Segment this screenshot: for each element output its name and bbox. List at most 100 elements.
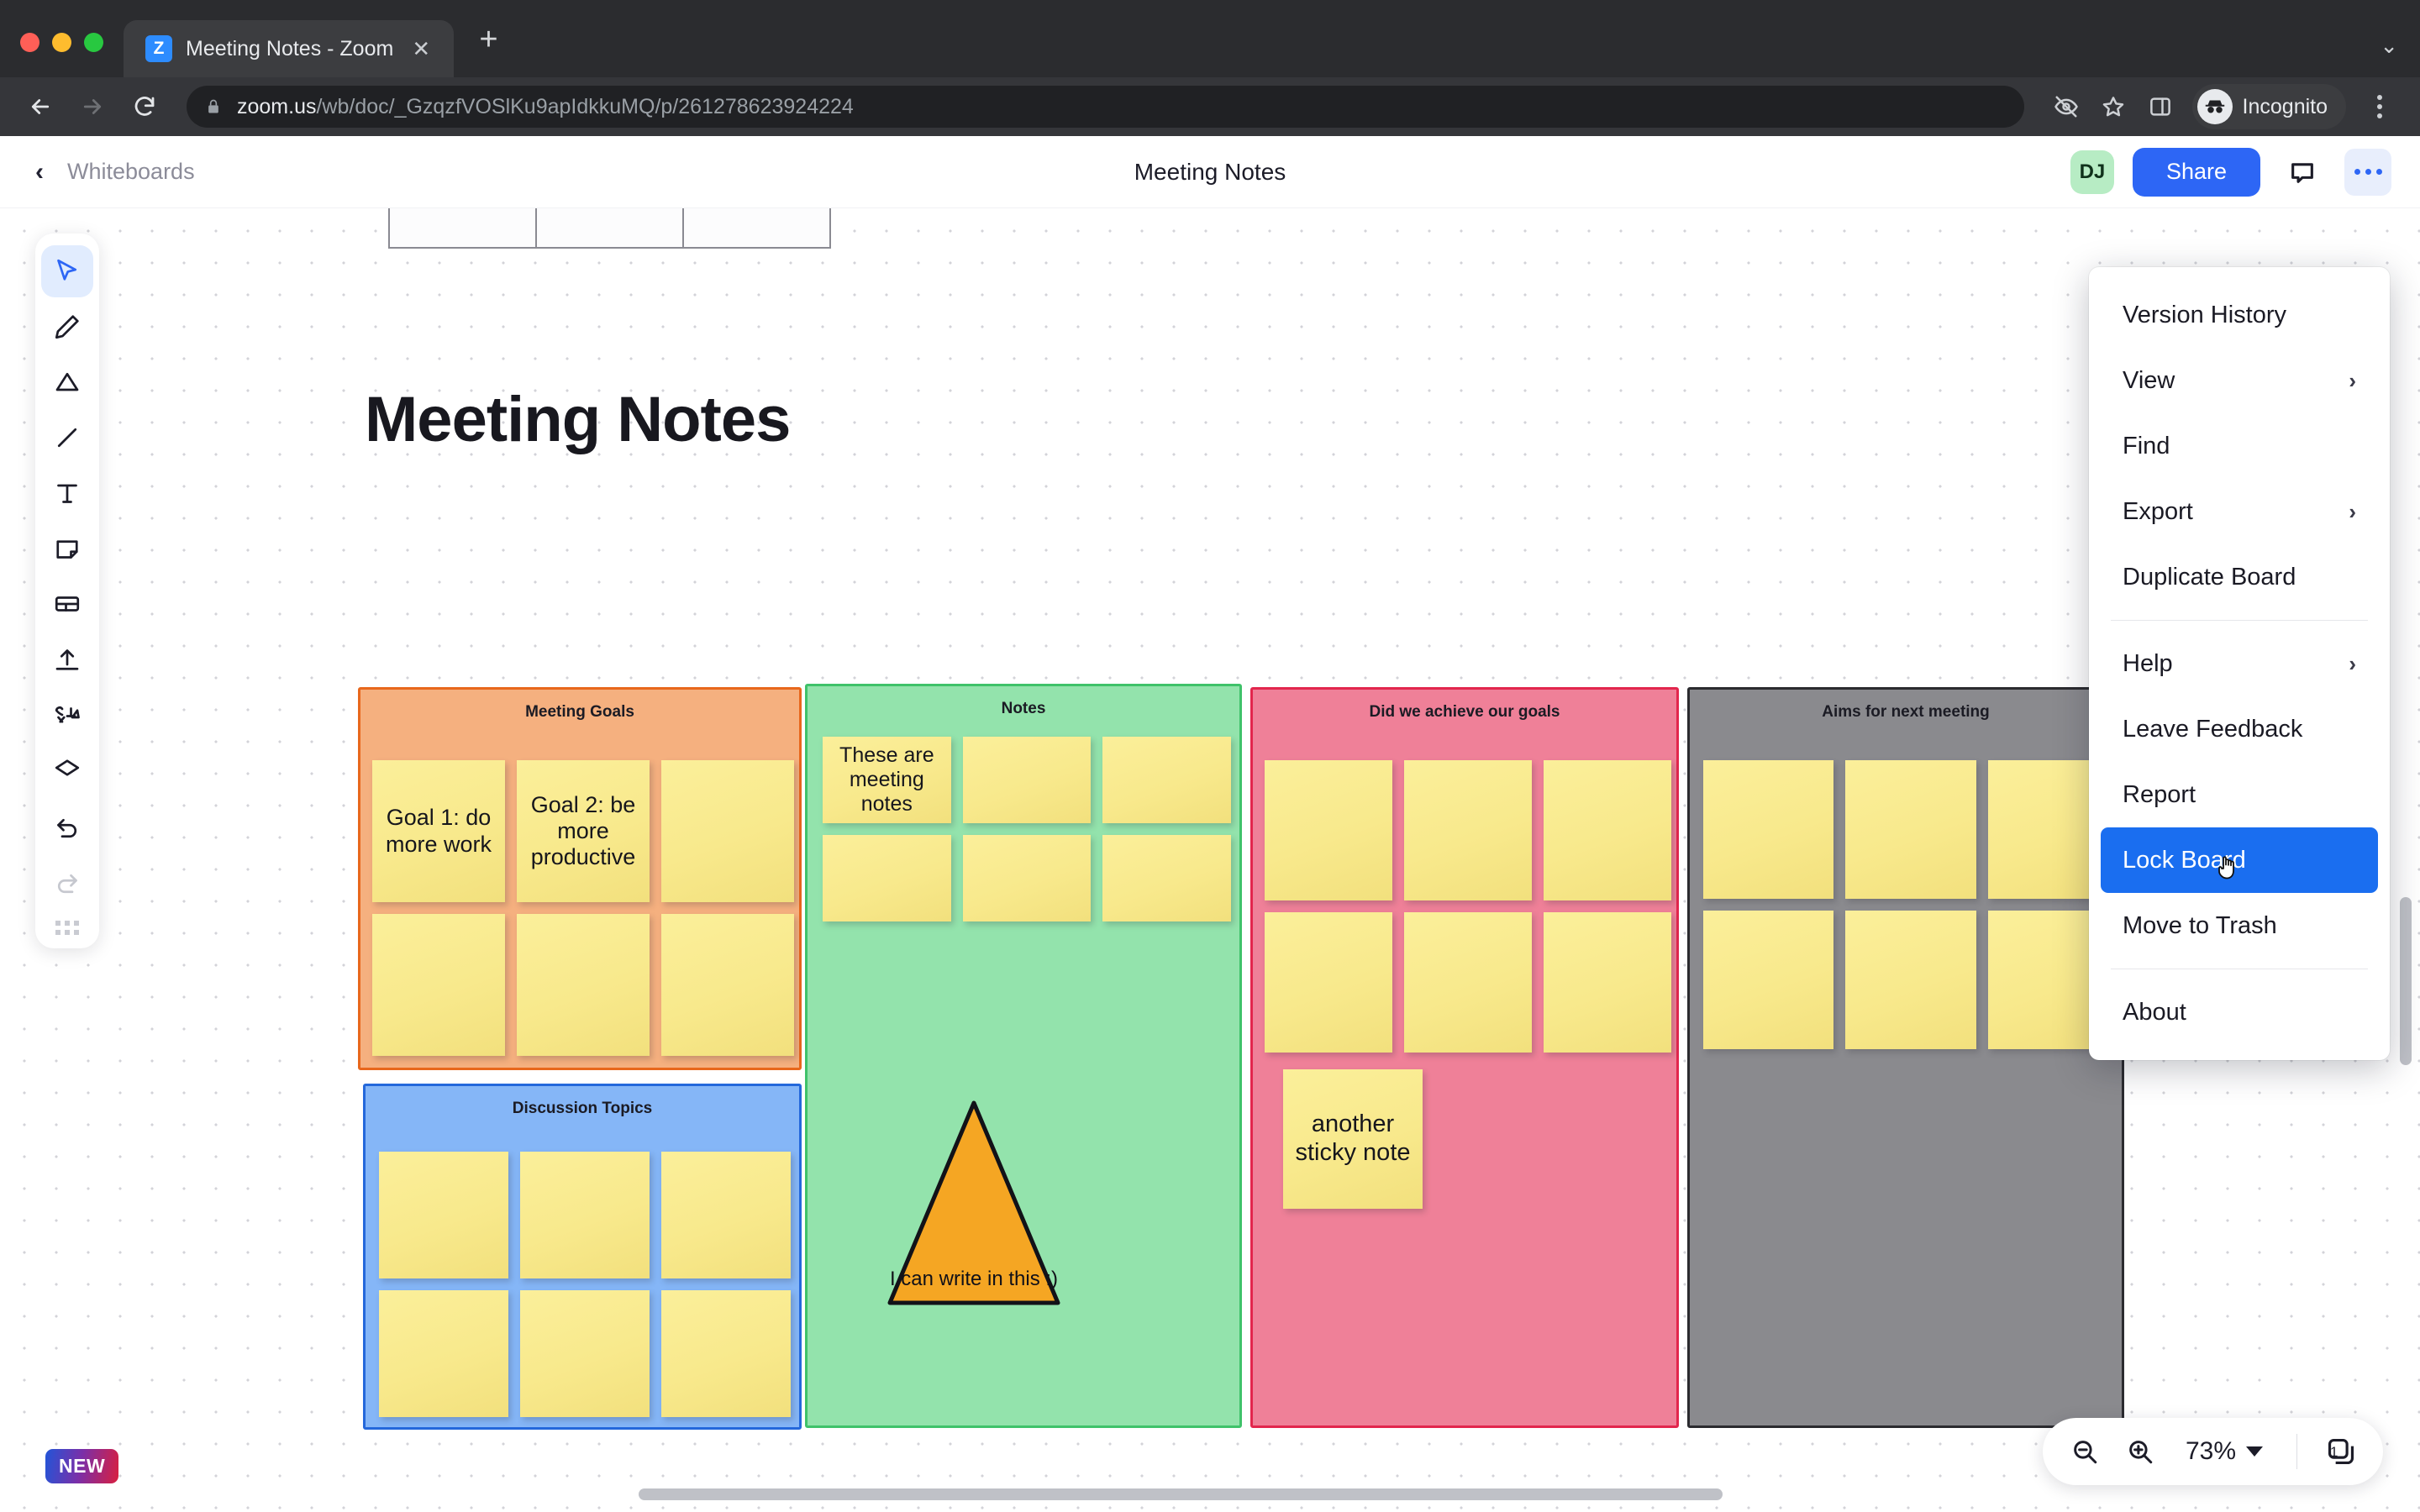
profile-chip[interactable]: Incognito xyxy=(2191,84,2346,129)
line-tool[interactable] xyxy=(41,412,93,464)
address-bar[interactable]: zoom.us/wb/doc/_GzqzfVOSlKu9apIdkkuMQ/p/… xyxy=(187,86,2024,128)
sticky-note[interactable] xyxy=(1544,912,1671,1053)
sticky-note[interactable]: Goal 1: do more work xyxy=(372,760,505,902)
back-chevron-icon[interactable]: ‹ xyxy=(29,159,50,185)
menu-item-label: Duplicate Board xyxy=(2123,563,2296,591)
sticky-note[interactable] xyxy=(517,914,650,1056)
text-tool[interactable] xyxy=(41,467,93,519)
sticky-note[interactable]: Goal 2: be more productive xyxy=(517,760,650,902)
sticky-note[interactable] xyxy=(1265,760,1392,900)
avatar[interactable]: DJ xyxy=(2070,150,2114,194)
eraser-tool[interactable] xyxy=(41,744,93,796)
frame-tool[interactable] xyxy=(41,578,93,630)
frame-did-we-achieve-our-goals[interactable]: Did we achieve our goals another sticky … xyxy=(1250,687,1679,1428)
menu-item-duplicate-board[interactable]: Duplicate Board xyxy=(2101,544,2378,610)
redo-tool[interactable] xyxy=(41,855,93,907)
toolbar-drag-handle[interactable] xyxy=(55,911,79,940)
horizontal-scrollbar[interactable] xyxy=(639,1488,1723,1500)
undo-tool[interactable] xyxy=(41,800,93,852)
whiteboard-canvas[interactable]: Meeting Notes Meeting Goals Goal 1: do m… xyxy=(0,208,2420,1512)
menu-item-help[interactable]: Help › xyxy=(2101,631,2378,696)
triangle-shape[interactable]: I can write in this :) xyxy=(886,1098,1061,1308)
vertical-scrollbar[interactable] xyxy=(2400,897,2412,1065)
sticky-note[interactable] xyxy=(520,1290,650,1417)
url-host: zoom.us xyxy=(237,94,317,118)
select-tool[interactable] xyxy=(41,245,93,297)
sticky-note[interactable] xyxy=(1703,911,1834,1049)
menu-item-find[interactable]: Find xyxy=(2101,413,2378,479)
star-icon[interactable] xyxy=(2091,85,2135,129)
share-button[interactable]: Share xyxy=(2132,147,2260,197)
zoom-out-icon[interactable] xyxy=(2061,1428,2108,1475)
sticker-tool[interactable] xyxy=(41,689,93,741)
sticky-note[interactable] xyxy=(823,835,951,921)
sticky-note[interactable] xyxy=(1544,760,1671,900)
browser-menu-icon[interactable] xyxy=(2358,85,2402,129)
sticky-note[interactable] xyxy=(661,760,794,902)
sticky-note[interactable] xyxy=(661,1152,791,1278)
page-title: Meeting Notes xyxy=(1134,158,1286,185)
eye-off-icon[interactable] xyxy=(2044,85,2088,129)
menu-item-version-history[interactable]: Version History xyxy=(2101,282,2378,348)
sticky-note[interactable] xyxy=(372,914,505,1056)
sticky-note[interactable]: These are meeting notes xyxy=(823,737,951,823)
browser-tab[interactable]: Z Meeting Notes - Zoom ✕ xyxy=(124,20,455,77)
sticky-note[interactable] xyxy=(962,737,1092,823)
back-arrow-icon[interactable] xyxy=(18,85,62,129)
menu-item-move-to-trash[interactable]: Move to Trash xyxy=(2101,893,2378,958)
frame-notes[interactable]: Notes These are meeting notes I can writ… xyxy=(805,684,1242,1428)
sticky-note[interactable] xyxy=(1404,760,1532,900)
new-tab-button[interactable]: + xyxy=(479,24,497,77)
pen-tool[interactable] xyxy=(41,301,93,353)
menu-item-view[interactable]: View › xyxy=(2101,348,2378,413)
close-window-button[interactable] xyxy=(20,33,39,52)
frame-discussion-topics[interactable]: Discussion Topics xyxy=(363,1084,802,1430)
sticky-note[interactable] xyxy=(1845,911,1976,1049)
sticky-note[interactable] xyxy=(1265,912,1392,1053)
sticky-note[interactable] xyxy=(661,914,794,1056)
sticky-note[interactable] xyxy=(962,835,1092,921)
zoom-level-dropdown[interactable]: 73% xyxy=(2172,1437,2276,1466)
sticky-note[interactable] xyxy=(379,1152,508,1278)
comment-icon[interactable] xyxy=(2279,149,2326,196)
more-options-icon[interactable] xyxy=(2344,148,2391,196)
zoom-in-icon[interactable] xyxy=(2117,1428,2164,1475)
frame-aims-for-next-meeting[interactable]: Aims for next meeting xyxy=(1687,687,2124,1428)
pages-icon[interactable]: 1 xyxy=(2317,1428,2365,1475)
frame-meeting-goals[interactable]: Meeting Goals Goal 1: do more work Goal … xyxy=(358,687,802,1070)
maximize-window-button[interactable] xyxy=(84,33,103,52)
url-path: /wb/doc/_GzqzfVOSlKu9apIdkkuMQ/p/2612786… xyxy=(316,94,854,118)
chevron-right-icon: › xyxy=(2349,498,2356,524)
sticky-note[interactable] xyxy=(661,1290,791,1417)
sticky-grid: These are meeting notes xyxy=(823,737,1231,921)
menu-item-leave-feedback[interactable]: Leave Feedback xyxy=(2101,696,2378,762)
menu-item-report[interactable]: Report xyxy=(2101,762,2378,827)
menu-divider xyxy=(2111,620,2368,621)
sticky-note[interactable] xyxy=(1404,912,1532,1053)
sticky-grid xyxy=(1703,760,2118,1049)
sticky-note[interactable] xyxy=(1102,737,1231,823)
sticky-note[interactable] xyxy=(1703,760,1834,899)
tab-list-chevron-icon[interactable]: ⌄ xyxy=(2380,33,2420,77)
lock-icon xyxy=(205,96,224,118)
sticky-note[interactable]: another sticky note xyxy=(1283,1069,1423,1209)
minimize-window-button[interactable] xyxy=(52,33,71,52)
sticky-note[interactable] xyxy=(379,1290,508,1417)
shape-tool[interactable] xyxy=(41,356,93,408)
breadcrumb-label[interactable]: Whiteboards xyxy=(67,159,195,185)
sticky-note-tool[interactable] xyxy=(41,522,93,575)
menu-item-export[interactable]: Export › xyxy=(2101,479,2378,544)
table-object-partial[interactable] xyxy=(388,208,831,249)
upload-tool[interactable] xyxy=(41,633,93,685)
close-tab-icon[interactable]: ✕ xyxy=(407,34,435,63)
divider xyxy=(2296,1434,2297,1469)
forward-arrow-icon[interactable] xyxy=(71,85,114,129)
menu-item-about[interactable]: About xyxy=(2101,979,2378,1045)
sticky-note[interactable] xyxy=(1102,835,1231,921)
sticky-note[interactable] xyxy=(520,1152,650,1278)
board-heading[interactable]: Meeting Notes xyxy=(365,383,791,456)
breadcrumb[interactable]: ‹ Whiteboards xyxy=(29,159,195,185)
reload-icon[interactable] xyxy=(123,85,166,129)
sticky-note[interactable] xyxy=(1845,760,1976,899)
side-panel-icon[interactable] xyxy=(2139,85,2182,129)
